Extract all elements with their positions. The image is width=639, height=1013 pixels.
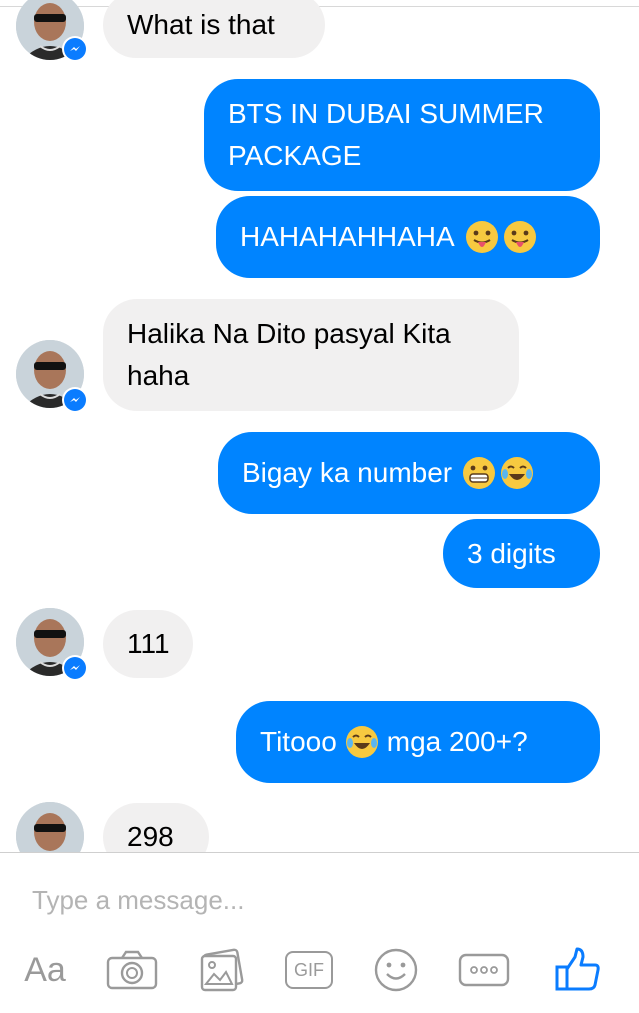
more-icon <box>458 953 510 987</box>
outgoing-message[interactable]: Bigay ka number <box>218 432 600 514</box>
message-text: mga 200+? <box>386 726 528 757</box>
incoming-message[interactable]: Halika Na Dito pasyal Kita haha <box>103 299 519 411</box>
tears-of-joy-emoji-icon <box>501 457 534 489</box>
like-button[interactable] <box>550 942 604 998</box>
message-text: BTS IN DUBAI SUMMER PACKAGE <box>228 98 544 171</box>
incoming-message[interactable]: 111 <box>103 610 193 678</box>
message-text: 111 <box>127 628 170 659</box>
messenger-badge-icon <box>62 387 88 413</box>
message-input[interactable] <box>32 880 592 920</box>
camera-icon <box>106 950 158 990</box>
outgoing-message[interactable]: 3 digits <box>443 519 600 588</box>
emoji-button[interactable] <box>370 942 422 998</box>
messenger-badge-icon <box>62 655 88 681</box>
grimacing-emoji-icon <box>463 457 496 489</box>
message-text: Titooo <box>260 726 337 757</box>
outgoing-message[interactable]: Titooo mga 200+? <box>236 701 600 783</box>
camera-button[interactable] <box>104 942 160 998</box>
message-text: Halika Na Dito pasyal Kita haha <box>127 318 451 391</box>
message-text: What is that <box>127 9 275 40</box>
tongue-emoji-icon <box>503 221 536 253</box>
message-text: 298 <box>127 821 174 852</box>
tongue-emoji-icon <box>465 221 498 253</box>
photo-button[interactable] <box>196 942 248 998</box>
messenger-badge-icon <box>62 36 88 62</box>
text-format-button[interactable]: Aa <box>16 942 74 998</box>
tears-of-joy-emoji-icon <box>345 726 378 758</box>
incoming-message[interactable]: 298 <box>103 803 209 852</box>
gif-button[interactable]: GIF <box>282 942 336 998</box>
message-text: Bigay ka number <box>242 457 453 488</box>
outgoing-message[interactable]: HAHAHAHHAHA <box>216 196 600 278</box>
photo-icon <box>200 948 244 992</box>
gif-icon: GIF <box>285 951 333 989</box>
emoji-icon <box>374 948 418 992</box>
composer-divider <box>0 852 639 853</box>
more-button[interactable] <box>456 942 512 998</box>
message-text: 3 digits <box>467 537 556 569</box>
message-text: HAHAHAHHAHA <box>240 221 455 252</box>
incoming-message[interactable]: What is that <box>103 0 325 58</box>
text-format-label: Aa <box>24 950 66 989</box>
thumbs-up-icon <box>555 947 600 991</box>
gif-label: GIF <box>294 959 324 980</box>
avatar[interactable] <box>16 802 84 852</box>
message-thread[interactable]: What is that BTS IN DUBAI SUMMER PACKAGE… <box>0 0 639 852</box>
outgoing-message[interactable]: BTS IN DUBAI SUMMER PACKAGE <box>204 79 600 191</box>
